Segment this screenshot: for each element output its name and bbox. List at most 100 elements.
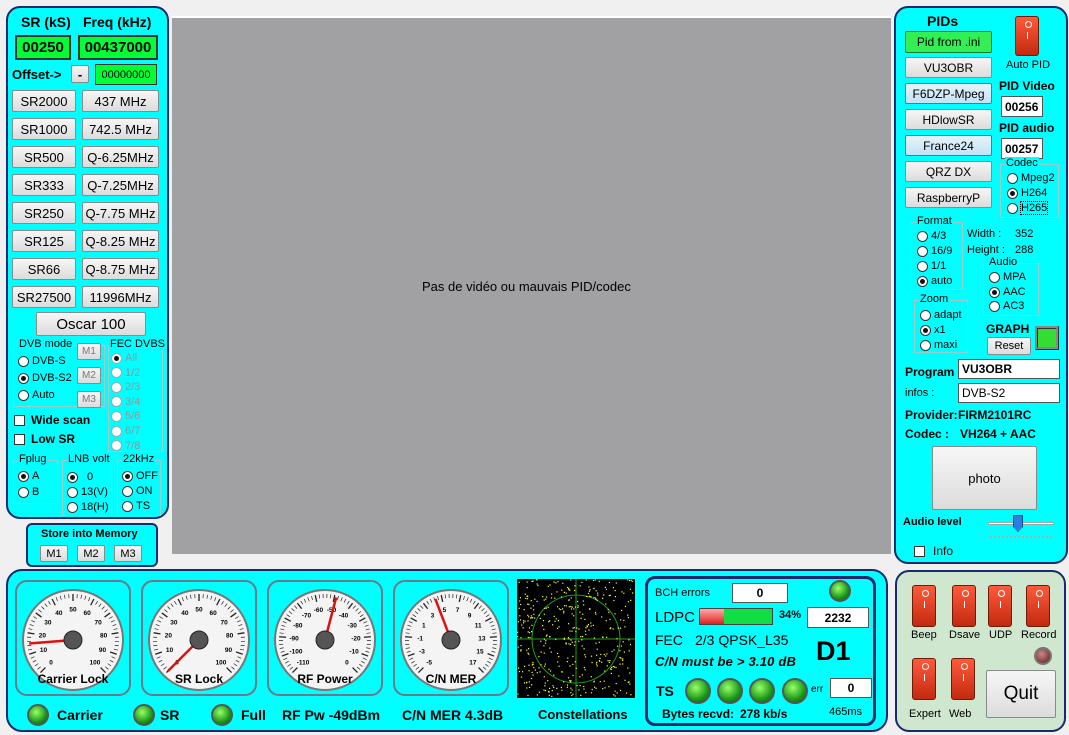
reset-button[interactable]: Reset [987,337,1031,355]
audio-level-thumb[interactable] [1013,515,1023,532]
dvb-m2-button[interactable]: M2 [77,367,101,384]
pid-vu3obr-button[interactable]: VU3OBR [905,57,992,78]
oscar100-button[interactable]: Oscar 100 [36,312,146,336]
ldpc-bar-fill [700,609,725,624]
fec-option-radio[interactable]: 3/4 [111,396,140,408]
store-m3-button[interactable]: M3 [114,545,142,562]
freq-preset-button[interactable]: 11996MHz [82,286,159,308]
fplug-a-radio[interactable]: A [18,470,39,482]
sr-preset-button[interactable]: SR125 [12,230,76,252]
fec-option-radio[interactable]: All [111,352,137,364]
low-sr-checkbox[interactable]: Low SR [14,432,75,446]
zoom-adapt-radio[interactable]: adapt [920,309,962,321]
zoom-maxi-radio[interactable]: maxi [920,339,957,351]
info-checkbox[interactable]: Info [914,544,953,558]
udp-switch[interactable] [988,585,1012,627]
beep-switch[interactable] [912,585,936,627]
fplug-b-radio[interactable]: B [18,486,39,498]
store-m2-button[interactable]: M2 [77,545,105,562]
lnb-0-radio[interactable]: 0 [67,471,93,483]
photo-button[interactable]: photo [932,446,1037,510]
constellation-point [527,636,529,639]
pid-video-input[interactable]: 00256 [1001,96,1043,117]
dvb-m1-button[interactable]: M1 [77,343,101,360]
sr-preset-button[interactable]: SR66 [12,258,76,280]
dsave-switch[interactable] [952,585,976,627]
dvb-m3-button[interactable]: M3 [77,391,101,408]
dvb-s-radio[interactable]: DVB-S [18,355,66,367]
freq-preset-button[interactable]: Q-7.75 MHz [82,202,159,224]
constellation-point [532,605,534,607]
expert-switch[interactable] [912,658,936,700]
audio-level-slider[interactable] [986,512,1056,540]
lnb-18h-radio[interactable]: 18(H) [67,501,109,513]
lnb-13v-radio[interactable]: 13(V) [67,486,108,498]
fec-value: 2/3 QPSK_L35 [695,632,789,648]
offset-value[interactable]: 00000000 [95,64,157,85]
22khz-ts-radio[interactable]: TS [122,500,150,512]
pid-f6dzp-button[interactable]: F6DZP-Mpeg [905,83,992,104]
freq-preset-button[interactable]: Q-8.75 MHz [82,258,159,280]
sr-preset-button[interactable]: SR27500 [12,286,76,308]
audio-mpa-radio[interactable]: MPA [989,271,1026,283]
fec-option-radio[interactable]: 7/8 [111,440,140,452]
constellation-point [583,604,585,606]
dvb-auto-radio[interactable]: Auto [18,389,55,401]
freq-value[interactable]: 00437000 [78,35,158,60]
pid-audio-input[interactable]: 00257 [1001,138,1043,159]
pid-france24-button[interactable]: France24 [905,135,992,156]
freq-preset-button[interactable]: 742.5 MHz [82,118,159,140]
constellation-point [596,654,598,656]
constellation-point [591,688,593,691]
constellation-point [594,579,596,581]
22khz-on-radio[interactable]: ON [122,485,153,497]
constellation-point [568,606,570,608]
offset-sign-button[interactable]: - [71,65,89,83]
fec-option-radio[interactable]: 6/7 [111,425,140,437]
constellation-point [549,636,551,638]
freq-preset-button[interactable]: 437 MHz [82,90,159,112]
constellation-point [551,593,553,595]
infos-input[interactable]: DVB-S2 [958,383,1060,403]
zoom-x1-radio[interactable]: x1 [920,324,946,336]
sr-preset-button[interactable]: SR500 [12,146,76,168]
sr-preset-button[interactable]: SR250 [12,202,76,224]
fec-option-radio[interactable]: 1/2 [111,367,140,379]
format-11-radio[interactable]: 1/1 [917,260,946,272]
format-43-radio[interactable]: 4/3 [917,230,946,242]
audio-ac3-radio[interactable]: AC3 [989,300,1024,312]
program-input[interactable]: VU3OBR [958,359,1060,379]
gauge-tick-label: -110 [297,659,310,666]
web-switch[interactable] [951,658,975,700]
quit-button[interactable]: Quit [986,670,1056,718]
record-switch[interactable] [1026,585,1050,627]
constellation-point [570,692,572,694]
fec-option-radio[interactable]: 2/3 [111,381,140,393]
dvb-s2-radio[interactable]: DVB-S2 [18,372,72,384]
sr-preset-button[interactable]: SR333 [12,174,76,196]
sr-preset-button[interactable]: SR2000 [12,90,76,112]
sr-preset-button[interactable]: SR1000 [12,118,76,140]
sr-value[interactable]: 00250 [15,35,71,60]
format-auto-radio[interactable]: auto [917,275,952,287]
pid-qrzdx-button[interactable]: QRZ DX [905,161,992,182]
freq-preset-button[interactable]: Q-8.25 MHz [82,230,159,252]
audio-aac-radio[interactable]: AAC [989,286,1026,298]
store-m1-button[interactable]: M1 [40,545,68,562]
constellation-point [531,684,533,686]
auto-pid-switch[interactable] [1015,16,1039,56]
pid-raspberryp-button[interactable]: RaspberryP [905,187,992,208]
freq-preset-button[interactable]: Q-7.25MHz [82,174,159,196]
codec-h265-radio[interactable]: H265 [1007,201,1049,215]
format-169-radio[interactable]: 16/9 [917,245,952,257]
pid-from-ini-button[interactable]: Pid from .ini [905,31,992,53]
pid-hdlowsr-button[interactable]: HDlowSR [905,109,992,130]
codec-mpeg2-radio[interactable]: Mpeg2 [1007,172,1055,184]
freq-preset-button[interactable]: Q-6.25MHz [82,146,159,168]
graph-indicator[interactable] [1035,326,1059,350]
codec-h264-radio[interactable]: H264 [1007,187,1047,199]
fec-option-radio[interactable]: 5/6 [111,410,140,422]
22khz-off-radio[interactable]: OFF [122,470,158,482]
wide-scan-checkbox[interactable]: Wide scan [14,413,90,427]
constellation-point [620,645,622,647]
